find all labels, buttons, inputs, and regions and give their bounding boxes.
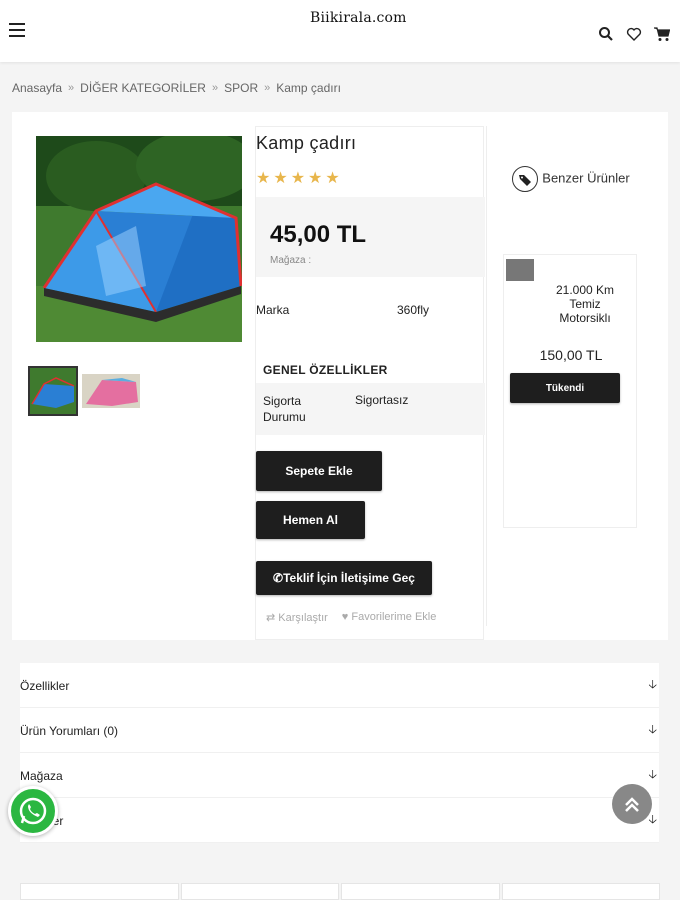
- accordion-features[interactable]: Özellikler 🡣: [20, 663, 659, 708]
- spec-row: Sigorta Durumu Sigortasız: [256, 383, 485, 435]
- arrow-down-icon: 🡣: [648, 767, 657, 781]
- accordion-tags[interactable]: Etiketler 🡣: [20, 798, 659, 843]
- similar-product-price: 150,00 TL: [539, 347, 603, 363]
- star-icon: ★: [290, 170, 306, 187]
- similar-product-image[interactable]: [506, 259, 534, 281]
- star-icon: ★: [308, 170, 323, 187]
- similar-products: Benzer Ürünler 21.000 Km Temiz Motorsikl…: [486, 126, 654, 626]
- brand-label: Marka: [256, 303, 290, 317]
- favorites-link[interactable]: ♥ Favorilerime Ekle: [342, 611, 437, 624]
- compare-icon: ⇄: [266, 612, 276, 624]
- whatsapp-icon: [19, 797, 47, 825]
- whatsapp-button[interactable]: [8, 786, 58, 836]
- heart-icon[interactable]: [626, 26, 642, 42]
- store-label: Mağaza :: [270, 255, 312, 266]
- double-chevron-up-icon: [625, 797, 639, 812]
- spec-label: Sigorta Durumu: [263, 394, 306, 424]
- site-header: Biikirala.com: [0, 0, 680, 62]
- add-to-cart-button[interactable]: Sepete Ekle: [256, 451, 382, 491]
- menu-icon[interactable]: [9, 23, 25, 37]
- product-price: 45,00 TL: [270, 221, 367, 248]
- similar-heading-label: Benzer Ürünler: [542, 170, 630, 186]
- bottom-card[interactable]: [180, 883, 339, 900]
- product-panel: Kamp çadırı ★ ★ ★ ★ ★ 45,00 TL Mağaza : Mark…: [12, 112, 668, 640]
- thumbnail-2[interactable]: [82, 374, 140, 408]
- breadcrumb-current[interactable]: Kamp çadırı: [276, 81, 341, 95]
- similar-heading: Benzer Ürünler: [487, 166, 655, 192]
- product-main-image[interactable]: [36, 136, 242, 342]
- scroll-top-button[interactable]: [612, 784, 652, 824]
- accordion-label: Mağaza: [20, 769, 63, 783]
- site-logo[interactable]: Biikirala.com: [310, 10, 407, 26]
- phone-icon: ✆: [273, 571, 284, 585]
- favorites-label: Favorilerime Ekle: [351, 611, 437, 623]
- product-actions: ⇄ Karşılaştır ♥ Favorilerime Ekle: [266, 611, 436, 624]
- accordion-label: Özellikler: [20, 679, 70, 693]
- breadcrumb-category[interactable]: DİĞER KATEGORİLER: [80, 81, 206, 95]
- offer-contact-button[interactable]: ✆ Teklif İçin İletişime Geç: [256, 561, 432, 595]
- breadcrumb-separator: »: [68, 82, 75, 94]
- offer-contact-label: Teklif İçin İletişime Geç: [283, 571, 415, 585]
- product-info: Kamp çadırı ★ ★ ★ ★ ★ 45,00 TL Mağaza : Mark…: [255, 126, 485, 640]
- product-tabs-accordion: Özellikler 🡣 Ürün Yorumları (0) 🡣 Mağaza…: [20, 663, 659, 843]
- rating-stars: ★ ★ ★ ★ ★: [256, 171, 340, 187]
- product-thumbnails: [28, 366, 140, 416]
- brand-row: Marka 360fly: [256, 291, 485, 325]
- bottom-product-row: [20, 883, 660, 900]
- breadcrumb-home[interactable]: Anasayfa: [12, 81, 62, 95]
- breadcrumb-separator: »: [264, 82, 271, 94]
- cart-icon[interactable]: [654, 26, 671, 42]
- accordion-reviews[interactable]: Ürün Yorumları (0) 🡣: [20, 708, 659, 753]
- compare-label: Karşılaştır: [278, 612, 328, 624]
- thumbnail-1[interactable]: [28, 366, 78, 416]
- breadcrumb-separator: »: [211, 82, 219, 94]
- star-icon: ★: [273, 170, 288, 187]
- breadcrumb-subcategory[interactable]: SPOR: [224, 81, 258, 95]
- search-icon[interactable]: [598, 26, 614, 42]
- arrow-down-icon: 🡣: [648, 677, 657, 691]
- arrow-down-icon: 🡣: [648, 722, 657, 736]
- general-features-heading: GENEL ÖZELLİKLER: [263, 363, 388, 377]
- price-box: 45,00 TL Mağaza :: [256, 197, 485, 277]
- header-icons: [598, 26, 671, 42]
- similar-product-card[interactable]: 21.000 Km Temiz Motorsiklı 150,00 TL Tük…: [503, 254, 637, 528]
- bottom-card[interactable]: [341, 883, 500, 900]
- brand-value: 360fly: [397, 303, 430, 317]
- star-icon: ★: [256, 170, 271, 187]
- spec-value: Sigortasız: [355, 393, 409, 407]
- accordion-store[interactable]: Mağaza 🡣: [20, 753, 659, 798]
- sold-out-button[interactable]: Tükendi: [510, 373, 620, 403]
- star-icon: ★: [325, 170, 340, 187]
- accordion-label: Ürün Yorumları (0): [20, 724, 119, 738]
- similar-product-name[interactable]: 21.000 Km Temiz Motorsiklı: [544, 283, 626, 325]
- buy-now-button[interactable]: Hemen Al: [256, 501, 365, 539]
- product-title: Kamp çadırı: [256, 133, 357, 153]
- compare-link[interactable]: ⇄ Karşılaştır: [266, 611, 328, 624]
- bottom-card[interactable]: [501, 883, 660, 900]
- breadcrumb: Anasayfa » DİĞER KATEGORİLER » SPOR » Ka…: [12, 81, 341, 95]
- bottom-card[interactable]: [20, 883, 179, 900]
- heart-icon: ♥: [341, 611, 349, 623]
- tag-icon: [512, 166, 539, 192]
